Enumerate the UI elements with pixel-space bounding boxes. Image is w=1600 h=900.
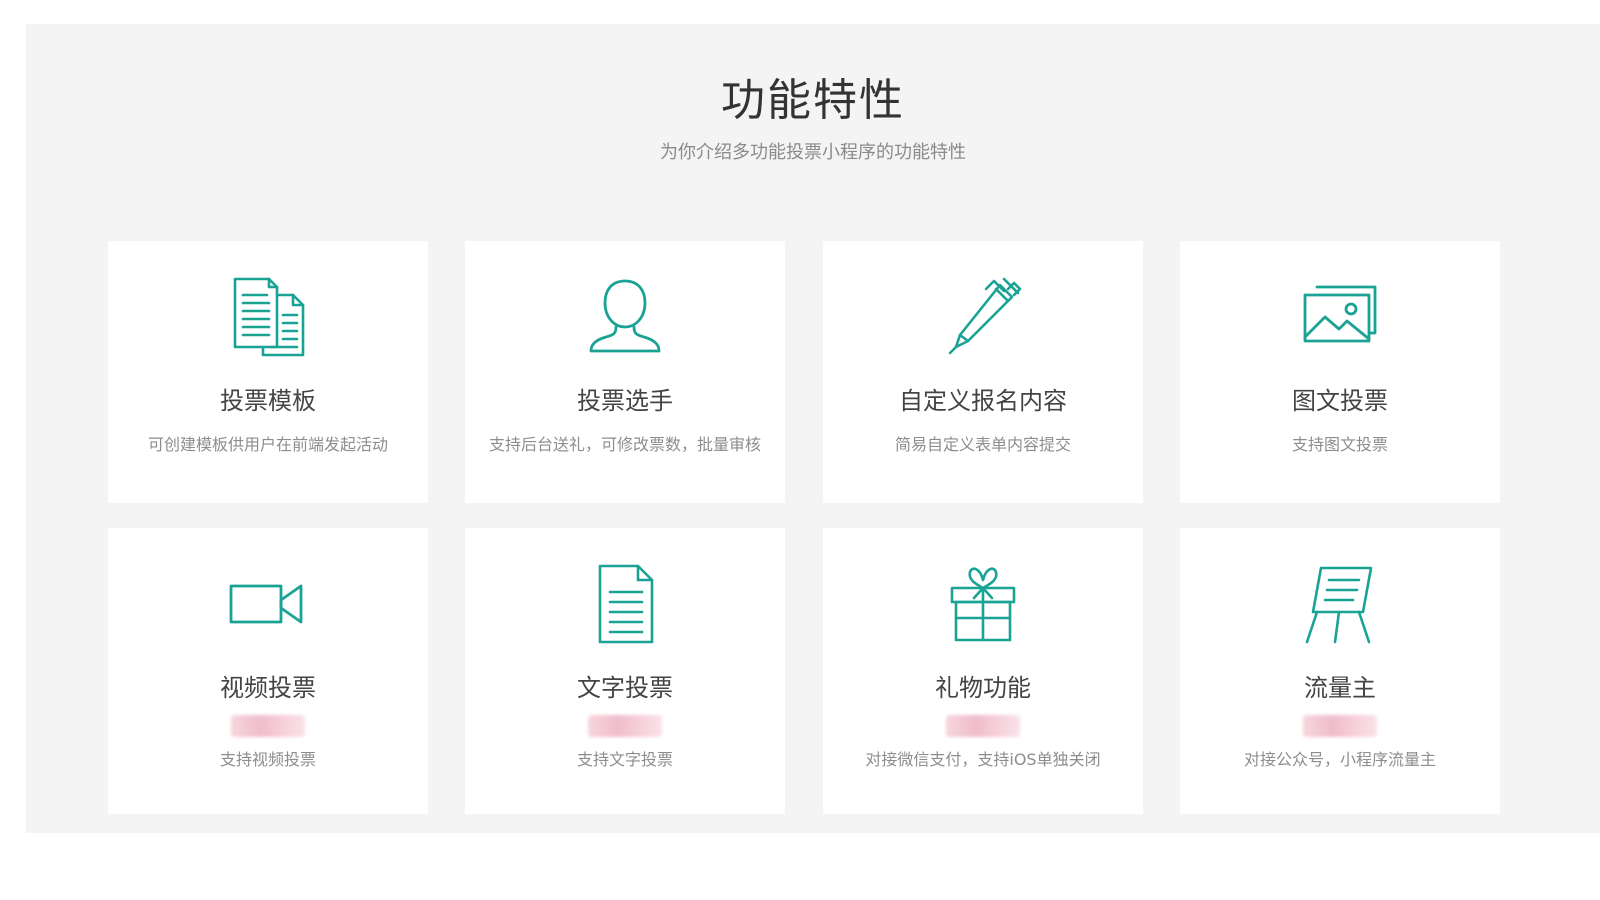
feature-desc: 对接公众号，小程序流量主 — [1243, 750, 1436, 769]
feature-title: 礼物功能 — [935, 674, 1031, 702]
feature-card-custom-signup: 自定义报名内容 简易自定义表单内容提交 — [823, 241, 1143, 503]
section-subtitle: 为你介绍多功能投票小程序的功能特性 — [660, 142, 966, 163]
pen-icon — [938, 271, 1028, 361]
gift-icon — [938, 558, 1028, 648]
redacted-text — [946, 715, 1020, 737]
document-icon — [580, 558, 670, 648]
feature-title: 投票模板 — [220, 387, 316, 415]
feature-title: 自定义报名内容 — [899, 387, 1067, 415]
feature-card-vote-candidates: 投票选手 支持后台送礼，可修改票数，批量审核 — [465, 241, 785, 503]
feature-desc: 简易自定义表单内容提交 — [894, 435, 1071, 454]
features-section: 功能特性 为你介绍多功能投票小程序的功能特性 投票模板 可创建模板供用户在前端发… — [26, 24, 1600, 833]
video-camera-icon — [223, 558, 313, 648]
documents-icon — [223, 271, 313, 361]
feature-title: 文字投票 — [577, 674, 673, 702]
redacted-text — [231, 715, 305, 737]
easel-icon — [1295, 558, 1385, 648]
feature-title: 投票选手 — [577, 387, 673, 415]
feature-desc: 对接微信支付，支持iOS单独关闭 — [865, 750, 1101, 769]
feature-card-image-text-vote: 图文投票 支持图文投票 — [1180, 241, 1500, 503]
feature-card-text-vote: 文字投票 支持文字投票 — [465, 528, 785, 814]
redacted-text — [588, 715, 662, 737]
image-icon — [1295, 271, 1385, 361]
feature-card-vote-template: 投票模板 可创建模板供用户在前端发起活动 — [108, 241, 428, 503]
feature-desc: 支持视频投票 — [219, 750, 316, 769]
feature-desc: 支持后台送礼，可修改票数，批量审核 — [488, 435, 761, 454]
feature-title: 视频投票 — [220, 674, 316, 702]
feature-desc: 支持文字投票 — [576, 750, 673, 769]
feature-desc: 可创建模板供用户在前端发起活动 — [147, 435, 388, 454]
feature-title: 流量主 — [1304, 674, 1376, 702]
section-title: 功能特性 — [721, 75, 905, 126]
user-icon — [580, 271, 670, 361]
feature-card-traffic-owner: 流量主 对接公众号，小程序流量主 — [1180, 528, 1500, 814]
feature-title: 图文投票 — [1292, 387, 1388, 415]
feature-card-video-vote: 视频投票 支持视频投票 — [108, 528, 428, 814]
redacted-text — [1303, 715, 1377, 737]
feature-desc: 支持图文投票 — [1291, 435, 1388, 454]
feature-card-gift: 礼物功能 对接微信支付，支持iOS单独关闭 — [823, 528, 1143, 814]
